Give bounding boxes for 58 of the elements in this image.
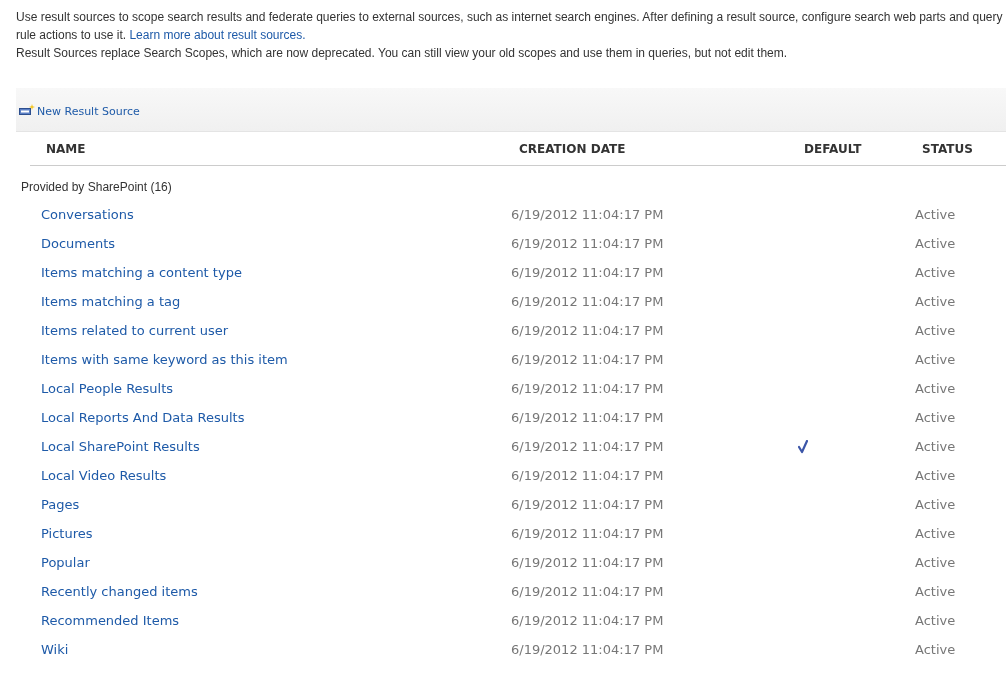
creation-date: 6/19/2012 11:04:17 PM xyxy=(511,555,665,570)
result-source-link[interactable]: Recently changed items xyxy=(41,584,198,599)
creation-date: 6/19/2012 11:04:17 PM xyxy=(511,584,665,599)
creation-date: 6/19/2012 11:04:17 PM xyxy=(511,207,665,222)
result-source-link[interactable]: Items matching a content type xyxy=(41,265,242,280)
status-text: Active xyxy=(915,294,957,309)
new-result-source-link[interactable]: New Result Source xyxy=(19,103,140,118)
result-source-link[interactable]: Local Video Results xyxy=(41,468,167,483)
status-text: Active xyxy=(915,468,957,483)
result-source-link[interactable]: Items related to current user xyxy=(41,323,229,338)
column-header: NAME xyxy=(45,141,87,156)
column-header: STATUS xyxy=(921,141,974,156)
result-source-link[interactable]: Documents xyxy=(41,236,116,251)
result-source-link[interactable]: Conversations xyxy=(41,207,134,222)
creation-date: 6/19/2012 11:04:17 PM xyxy=(511,323,665,338)
result-source-link[interactable]: Items matching a tag xyxy=(41,294,181,309)
creation-date: 6/19/2012 11:04:17 PM xyxy=(511,439,665,454)
result-source-link[interactable]: Wiki xyxy=(41,642,69,657)
status-text: Active xyxy=(915,497,957,512)
creation-date: 6/19/2012 11:04:17 PM xyxy=(511,526,665,541)
column-header: DEFAULT xyxy=(803,141,863,156)
result-source-link[interactable]: Pictures xyxy=(41,526,93,541)
status-text: Active xyxy=(915,642,957,657)
result-source-link[interactable]: Pages xyxy=(41,497,80,512)
status-text: Active xyxy=(915,555,957,570)
status-text: Active xyxy=(915,613,957,628)
status-text: Active xyxy=(915,207,957,222)
result-source-link[interactable]: Popular xyxy=(41,555,90,570)
new-item-icon xyxy=(19,103,35,116)
creation-date: 6/19/2012 11:04:17 PM xyxy=(511,381,665,396)
creation-date: 6/19/2012 11:04:17 PM xyxy=(511,265,665,280)
creation-date: 6/19/2012 11:04:17 PM xyxy=(511,410,665,425)
creation-date: 6/19/2012 11:04:17 PM xyxy=(511,468,665,483)
creation-date: 6/19/2012 11:04:17 PM xyxy=(511,613,665,628)
creation-date: 6/19/2012 11:04:17 PM xyxy=(511,236,665,251)
status-text: Active xyxy=(915,439,957,454)
status-text: Active xyxy=(915,526,957,541)
result-source-link[interactable]: Items with same keyword as this item xyxy=(41,352,288,367)
creation-date: 6/19/2012 11:04:17 PM xyxy=(511,497,665,512)
status-text: Active xyxy=(915,236,957,251)
creation-date: 6/19/2012 11:04:17 PM xyxy=(511,642,665,657)
learn-more-link[interactable]: Learn more about result sources. xyxy=(129,28,306,42)
result-source-link[interactable]: Local Reports And Data Results xyxy=(41,410,245,425)
group-label: Provided by SharePoint (16) xyxy=(21,179,173,195)
status-text: Active xyxy=(915,352,957,367)
status-text: Active xyxy=(915,265,957,280)
status-text: Active xyxy=(915,410,957,425)
column-header: CREATION DATE xyxy=(518,141,627,156)
status-text: Active xyxy=(915,323,957,338)
intro-text: Use result sources to scope search results and federate queries to external sources, such as internet search engines. After defining a result source, configure search web parts and query rule actions to use it. Learn more about result sources. xyxy=(16,9,1004,44)
result-source-link[interactable]: Local SharePoint Results xyxy=(41,439,200,454)
deprecation-note: Result Sources replace Search Scopes, which are now deprecated. You can still view your old scopes and use them in queries, but not edit them. xyxy=(16,45,789,62)
result-source-link[interactable]: Recommended Items xyxy=(41,613,180,628)
status-text: Active xyxy=(915,381,957,396)
creation-date: 6/19/2012 11:04:17 PM xyxy=(511,294,665,309)
creation-date: 6/19/2012 11:04:17 PM xyxy=(511,352,665,367)
result-source-link[interactable]: Local People Results xyxy=(41,381,174,396)
status-text: Active xyxy=(915,584,957,599)
